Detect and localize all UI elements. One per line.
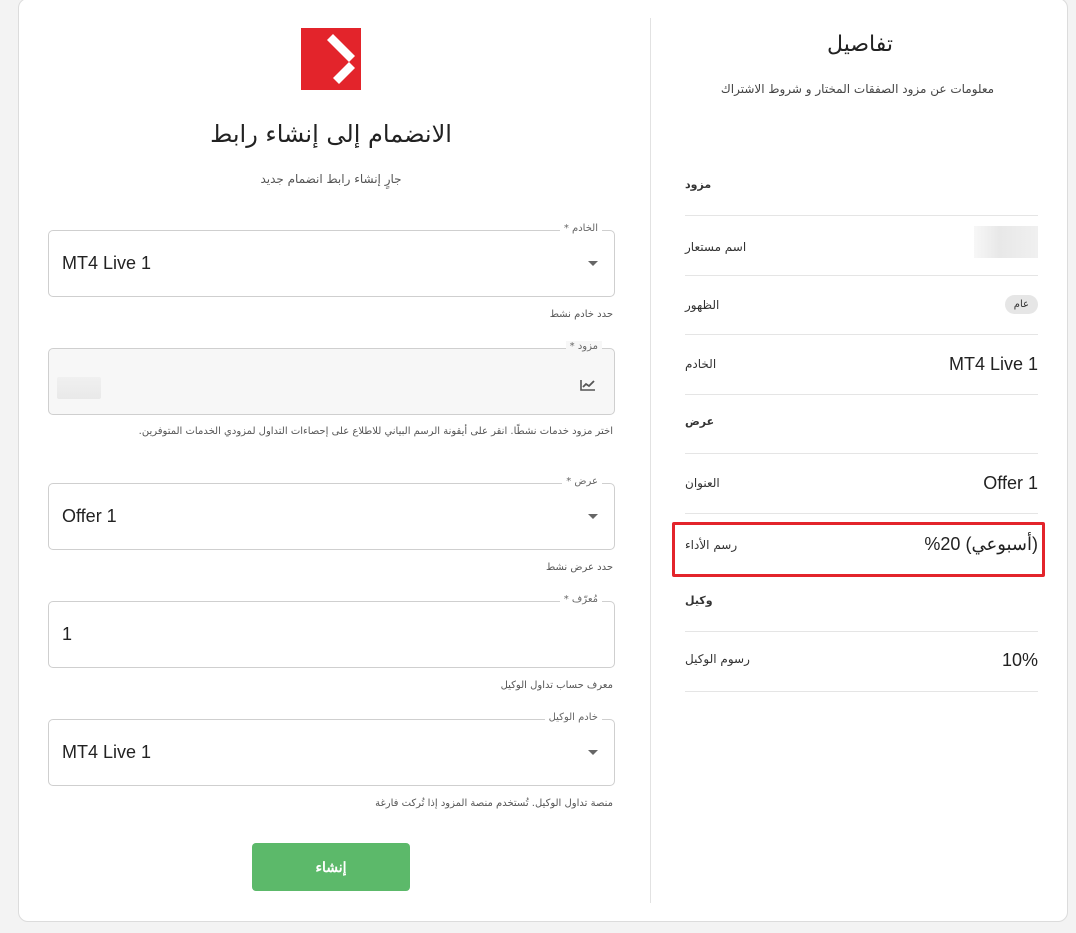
highlight-box — [672, 522, 1045, 577]
chevron-down-icon — [588, 261, 598, 266]
agent-server-select[interactable]: خادم الوكيل MT4 Live 1 — [48, 712, 615, 786]
server-value: MT4 Live 1 — [62, 253, 152, 273]
nickname-value-redacted — [974, 226, 1038, 258]
server-row: الخادم MT4 Live 1 — [685, 335, 1038, 395]
agent-fee-value: 10% — [1001, 650, 1038, 670]
offer-section: عرض — [685, 395, 1038, 454]
agent-server-value: MT4 Live 1 — [62, 742, 152, 762]
provider-section: مزود — [685, 158, 1038, 216]
agent-section-label: وكيل — [685, 594, 713, 607]
chevron-down-icon — [588, 750, 598, 755]
server-helper: حدد خادم نشط — [549, 309, 613, 320]
offer-name-label: العنوان — [685, 476, 720, 490]
identifier-value: 1 — [62, 624, 73, 644]
provider-field[interactable]: مزود * — [48, 341, 615, 415]
identifier-input[interactable]: مُعرّف * 1 — [48, 594, 615, 668]
offer-select[interactable]: عرض * Offer 1 — [48, 476, 615, 550]
nickname-label: اسم مستعار — [685, 240, 747, 254]
provider-section-label: مزود — [685, 178, 712, 191]
chevron-down-icon — [588, 514, 598, 519]
chart-icon[interactable] — [580, 379, 596, 391]
brand-logo-icon — [301, 28, 361, 90]
details-description: معلومات عن مزود الصفقات المختار و شروط ا… — [720, 82, 995, 96]
details-title: تفاصيل — [827, 32, 893, 57]
offer-name-value: Offer 1 — [983, 473, 1038, 493]
offer-section-label: عرض — [685, 415, 715, 428]
offer-helper: حدد عرض نشط — [545, 562, 613, 573]
identifier-helper: معرف حساب تداول الوكيل — [500, 680, 613, 691]
provider-value-redacted — [57, 377, 101, 399]
offer-label: عرض * — [562, 476, 602, 487]
server-select[interactable]: الخادم * MT4 Live 1 — [48, 223, 615, 297]
visibility-label: الظهور — [685, 298, 720, 312]
agent-fee-row: رسوم الوكيل 10% — [685, 632, 1038, 692]
agent-server-helper: منصة تداول الوكيل. تُستخدم منصة المزود إ… — [375, 798, 613, 809]
vertical-divider — [650, 18, 651, 903]
identifier-label: مُعرّف * — [559, 594, 602, 605]
create-button[interactable]: إنشاء — [252, 843, 410, 891]
agent-fee-label: رسوم الوكيل — [685, 652, 750, 666]
provider-label: مزود * — [565, 341, 602, 352]
server-row-label: الخادم — [685, 357, 717, 371]
server-label: الخادم * — [559, 223, 602, 234]
visibility-row: الظهور عام — [685, 276, 1038, 335]
server-row-value: MT4 Live 1 — [948, 354, 1038, 374]
offer-value: Offer 1 — [62, 506, 117, 526]
visibility-badge: عام — [1004, 295, 1038, 314]
offer-name-row: العنوان Offer 1 — [685, 454, 1038, 514]
nickname-row: اسم مستعار — [685, 216, 1038, 276]
form-subtitle: جارٍ إنشاء رابط انضمام جديد — [260, 172, 402, 186]
provider-helper: اختر مزود خدمات نشطًا. انقر على أيقونة ا… — [138, 426, 613, 437]
agent-section: وكيل — [685, 574, 1038, 632]
form-title: الانضمام إلى إنشاء رابط — [210, 120, 452, 148]
agent-server-label: خادم الوكيل — [544, 712, 602, 723]
